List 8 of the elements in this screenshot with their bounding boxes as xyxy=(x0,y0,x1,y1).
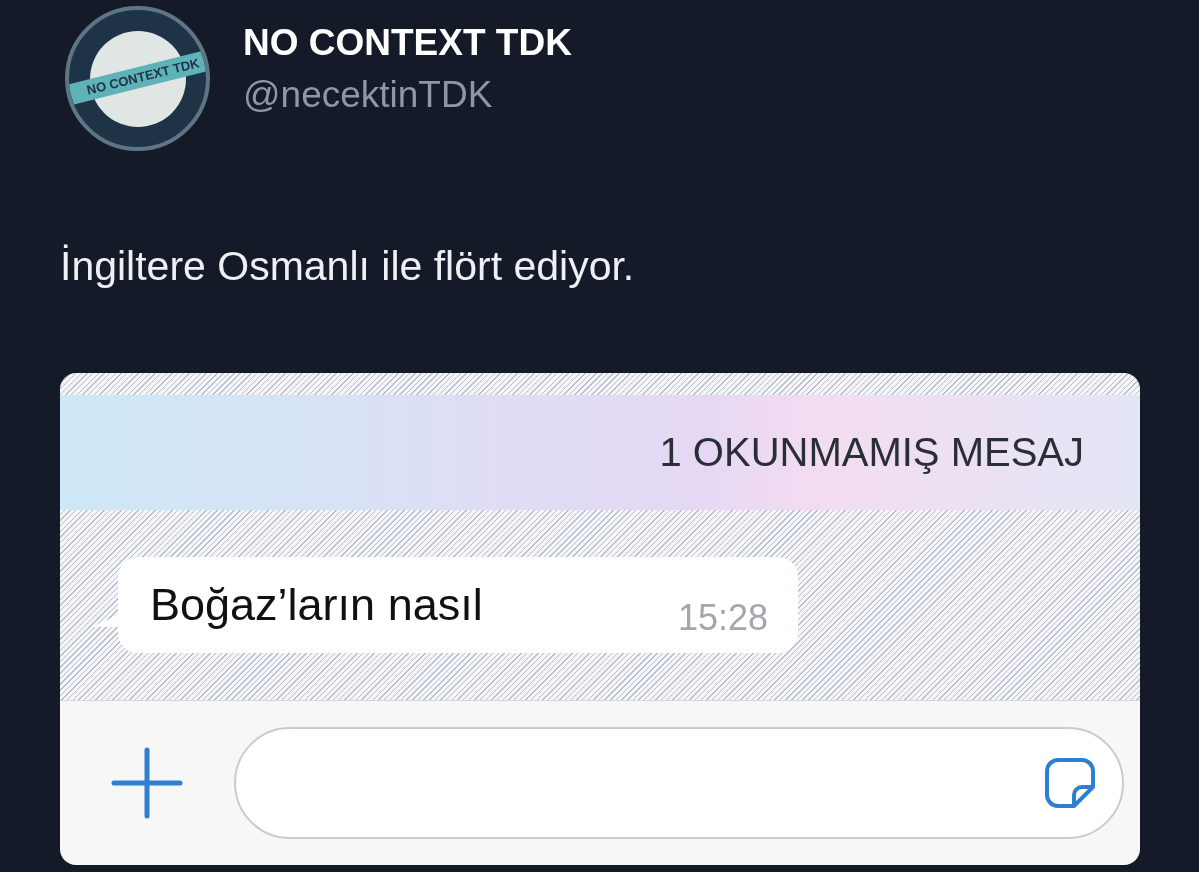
plus-icon[interactable] xyxy=(110,746,184,820)
author-name[interactable]: NO CONTEXT TDK xyxy=(243,21,572,64)
author-handle[interactable]: @necektinTDK xyxy=(243,73,572,116)
message-text: Boğaz’ların nasıl xyxy=(150,579,483,631)
tweet-text: İngiltere Osmanlı ile flört ediyor. xyxy=(60,243,636,290)
message-time: 15:28 xyxy=(677,597,768,639)
unread-label: 1 OKUNMAMIŞ MESAJ xyxy=(659,430,1084,475)
sticker-icon[interactable] xyxy=(1044,757,1096,809)
